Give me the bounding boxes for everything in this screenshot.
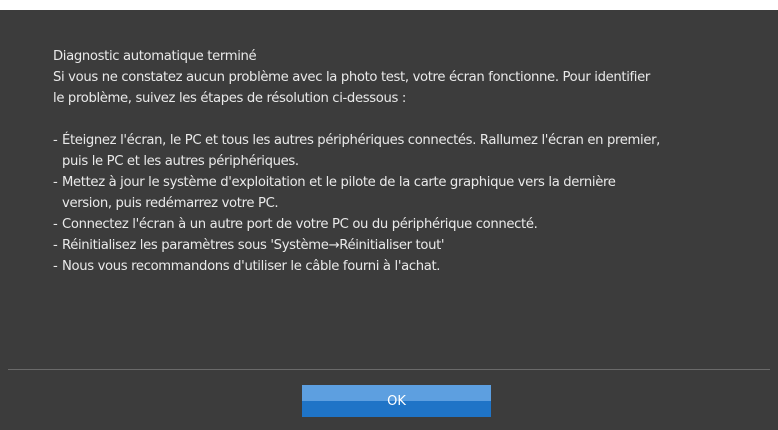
bullet-dash: - <box>53 259 58 274</box>
bullet-dash: - <box>53 175 58 190</box>
intro-text-line-2: le problème, suivez les étapes de résolu… <box>53 91 406 106</box>
ok-button[interactable]: OK <box>302 385 491 417</box>
step-text: Mettez à jour le système d'exploitation … <box>62 175 616 190</box>
step-item: - Éteignez l'écran, le PC et tous les au… <box>53 130 753 172</box>
dialog-title: Diagnostic automatique terminé <box>53 49 257 64</box>
step-item: - Réinitialisez les paramètres sous 'Sys… <box>53 235 753 256</box>
step-item: - Nous vous recommandons d'utiliser le c… <box>53 256 753 277</box>
bullet-dash: - <box>53 238 58 253</box>
step-item: - Connectez l'écran à un autre port de v… <box>53 214 753 235</box>
step-text: Éteignez l'écran, le PC et tous les autr… <box>62 133 661 148</box>
troubleshooting-steps: - Éteignez l'écran, le PC et tous les au… <box>53 130 753 277</box>
step-text: Connectez l'écran à un autre port de vot… <box>62 217 538 232</box>
step-text-continued: puis le PC et les autres périphériques. <box>62 154 299 169</box>
step-item: - Mettez à jour le système d'exploitatio… <box>53 172 753 214</box>
step-text: Réinitialisez les paramètres sous 'Systè… <box>62 238 445 253</box>
step-text: Nous vous recommandons d'utiliser le câb… <box>62 259 441 274</box>
intro-text-line-1: Si vous ne constatez aucun problème avec… <box>53 70 650 85</box>
ok-button-label: OK <box>387 393 406 409</box>
bullet-dash: - <box>53 217 58 232</box>
dialog-content: Diagnostic automatique terminé Si vous n… <box>53 46 753 277</box>
divider <box>8 369 770 370</box>
step-text-continued: version, puis redémarrez votre PC. <box>62 196 279 211</box>
bullet-dash: - <box>53 133 58 148</box>
diagnostic-dialog: Diagnostic automatique terminé Si vous n… <box>0 10 778 430</box>
